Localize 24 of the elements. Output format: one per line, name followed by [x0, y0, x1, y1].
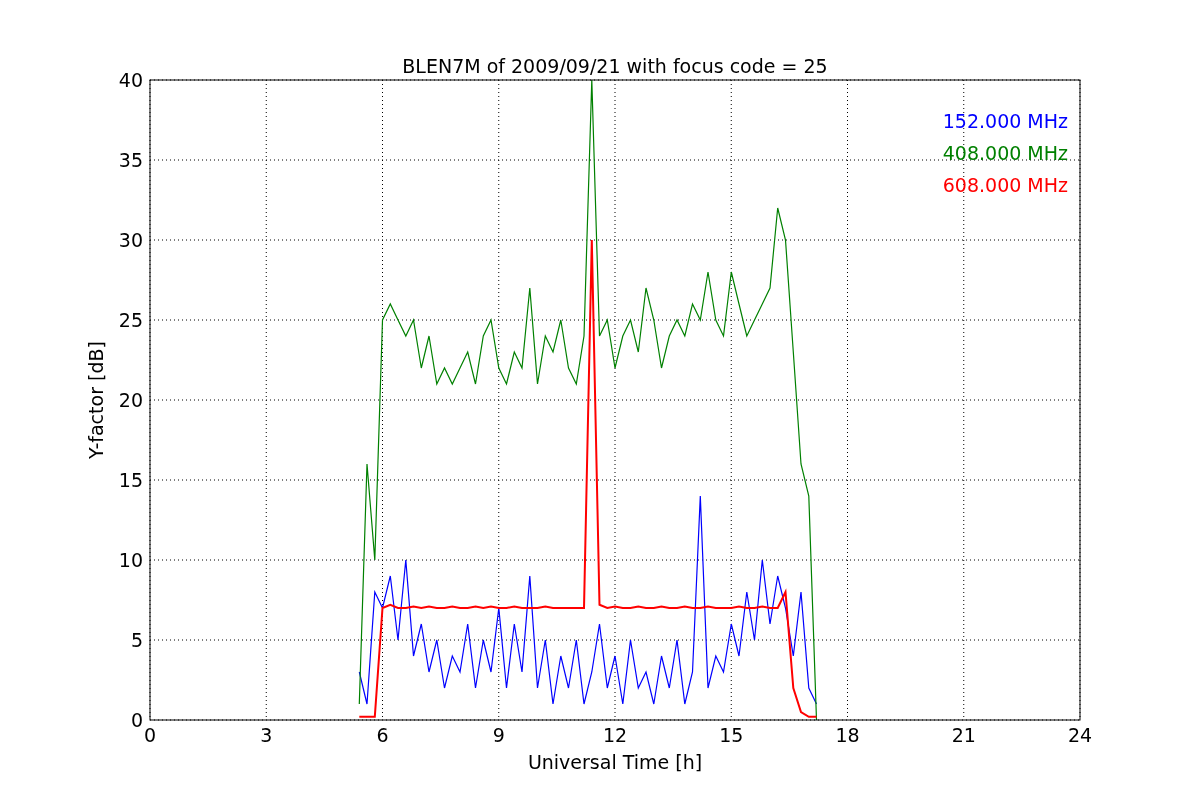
tick-label: 5 — [130, 629, 143, 651]
legend-label: 608.000 MHz — [942, 174, 1068, 196]
legend-label: 152.000 MHz — [942, 110, 1068, 132]
tick-label: 30 — [118, 229, 143, 251]
tick-label: 35 — [118, 149, 143, 171]
tick-label: 18 — [835, 724, 860, 746]
x-axis-label: Universal Time [h] — [527, 751, 703, 773]
tick-label: 12 — [602, 724, 628, 746]
tick-label: 15 — [719, 724, 744, 746]
tick-label: 3 — [260, 724, 273, 746]
tick-label: 21 — [951, 724, 976, 746]
y-axis-label: Y-factor [dB] — [85, 341, 107, 459]
tick-label: 40 — [118, 69, 143, 91]
tick-label: 20 — [118, 389, 143, 411]
tick-label: 15 — [118, 469, 143, 491]
tick-label: 6 — [376, 724, 389, 746]
chart-title: BLEN7M of 2009/09/21 with focus code = 25 — [402, 55, 828, 77]
tick-label: 10 — [118, 549, 143, 571]
legend-label: 408.000 MHz — [942, 142, 1068, 164]
tick-label: 0 — [130, 709, 143, 731]
tick-label: 0 — [143, 724, 157, 746]
tick-label: 25 — [118, 309, 143, 331]
tick-label: 24 — [1067, 724, 1093, 746]
tick-label: 9 — [492, 724, 505, 746]
